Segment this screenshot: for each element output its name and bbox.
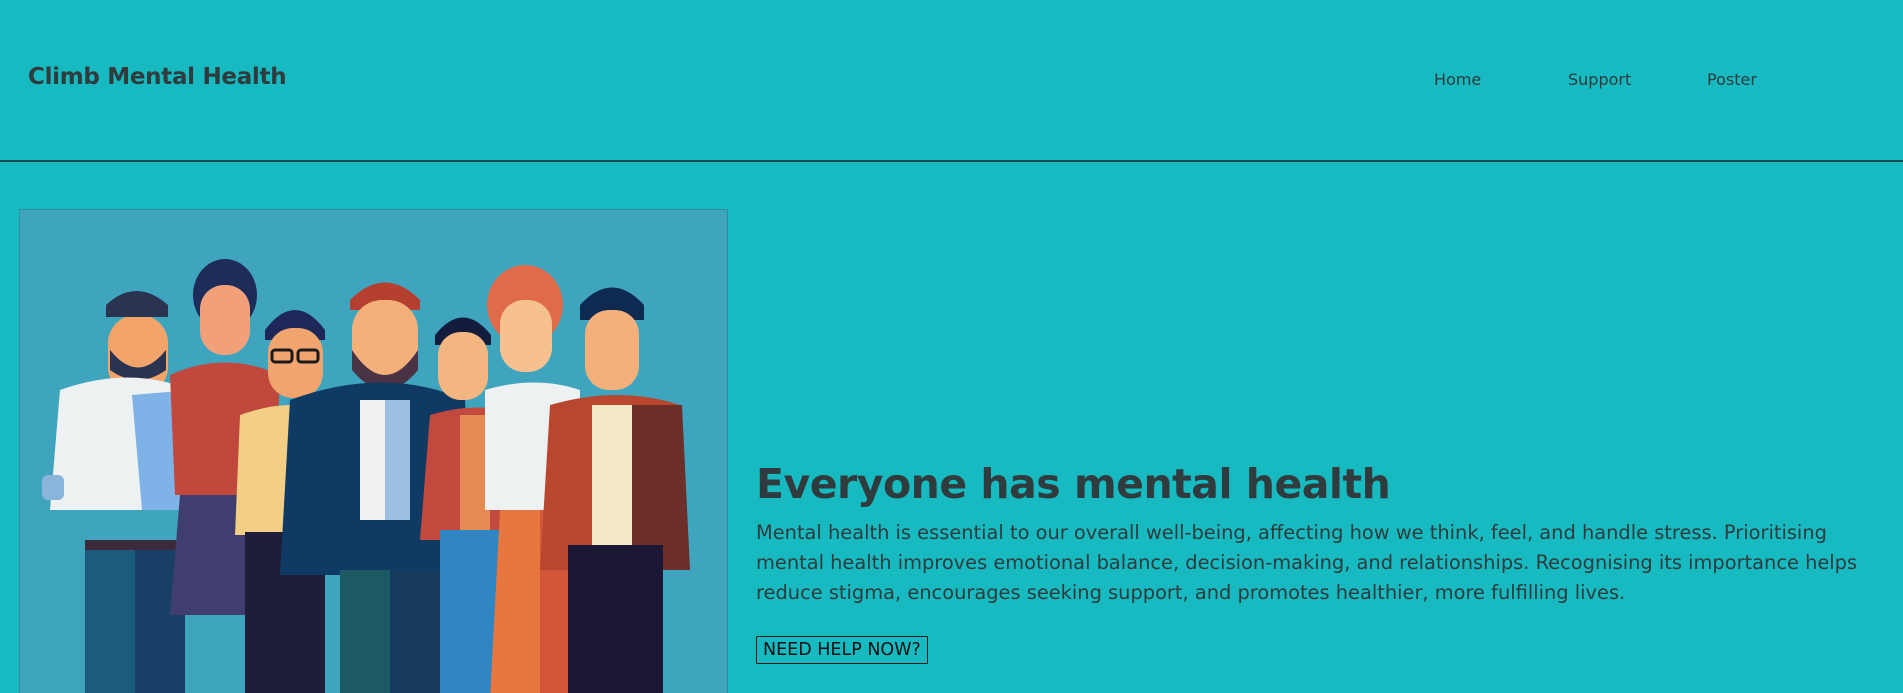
nav-link-poster[interactable]: Poster [1707, 70, 1757, 89]
nav-link-home[interactable]: Home [1434, 70, 1568, 89]
site-header: Climb Mental Health Home Support Poster [0, 0, 1903, 162]
brand-logo-text[interactable]: Climb Mental Health [28, 64, 286, 90]
nav-link-support[interactable]: Support [1568, 70, 1707, 89]
main-nav: Home Support Poster [1434, 70, 1757, 89]
group-of-people-illustration [20, 210, 727, 693]
hero-title: Everyone has mental health [756, 460, 1390, 508]
people-illustration [19, 209, 728, 693]
hero-description: Mental health is essential to our overal… [756, 518, 1901, 608]
need-help-button[interactable]: NEED HELP NOW? [756, 636, 928, 664]
